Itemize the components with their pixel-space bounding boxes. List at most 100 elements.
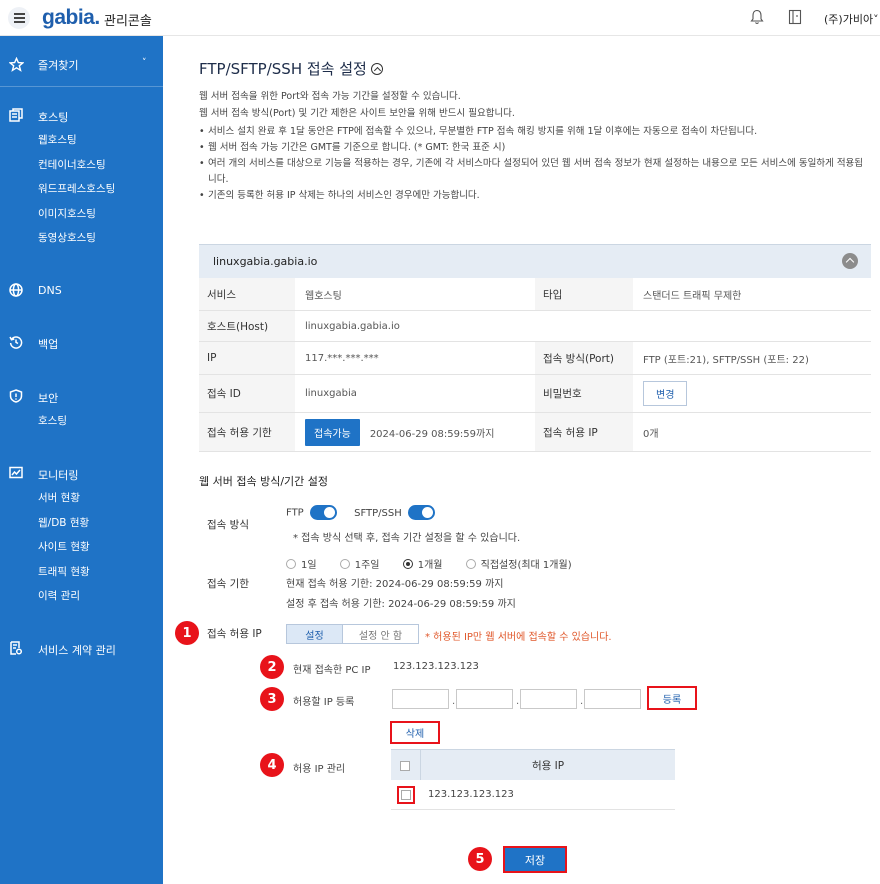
sidebar-item-wordpress-hosting[interactable]: 워드프레스호스팅: [38, 177, 163, 202]
sftp-label: SFTP/SSH: [354, 507, 402, 519]
label-port: 접속 방식(Port): [535, 342, 633, 374]
menu-icon[interactable]: [8, 7, 30, 29]
current-period: 현재 접속 허용 기한: 2024-06-29 08:59:59 까지: [286, 579, 504, 590]
sidebar: 즐겨찾기 ˅ 호스팅 웹호스팅 컨테이너호스팅 워드프레스호스팅 이미지호스팅 …: [0, 36, 163, 884]
label-type: 타입: [535, 278, 633, 310]
sidebar-item-image-hosting[interactable]: 이미지호스팅: [38, 202, 163, 227]
ip-octet-3-input[interactable]: [520, 689, 577, 709]
description-line: 웹 서버 접속 방식(Port) 및 기간 제한은 사이트 보안을 위해 반드시…: [199, 108, 515, 119]
row-checkbox[interactable]: [401, 790, 411, 800]
ftp-label: FTP: [286, 507, 304, 519]
radio-icon: [286, 559, 296, 569]
sidebar-item-monitoring[interactable]: 모니터링: [0, 464, 163, 486]
allow-ip-off-button[interactable]: 설정 안 함: [343, 625, 418, 643]
ftp-toggle[interactable]: [309, 505, 337, 520]
sidebar-item-history[interactable]: 이력 관리: [38, 584, 163, 609]
star-icon: [9, 57, 24, 72]
select-all-checkbox[interactable]: [400, 761, 410, 771]
step-marker-1: 1: [175, 621, 199, 645]
logo[interactable]: gabia.: [42, 6, 100, 30]
sidebar-item-site-status[interactable]: 사이트 현황: [38, 535, 163, 560]
option-label: 직접설정(최대 1개월): [480, 560, 572, 571]
notice-text: 기존의 등록한 허용 IP 삭제는 하나의 서비스인 경우에만 가능합니다.: [208, 190, 480, 201]
top-bar: gabia. 관리콘솔 (주)가비아˅: [0, 0, 880, 36]
chevron-up-icon[interactable]: [842, 253, 858, 269]
sidebar-item-contract[interactable]: 서비스 계약 관리: [0, 639, 163, 661]
contract-icon: [10, 641, 23, 655]
sftp-toggle[interactable]: [407, 505, 435, 520]
value-port: FTP (포트:21), SFTP/SSH (포트: 22): [643, 354, 809, 366]
ip-octet-2-input[interactable]: [456, 689, 513, 709]
radio-icon: [465, 559, 476, 569]
manage-ip-label: 허용 IP 관리: [293, 764, 346, 775]
label-service: 서비스: [199, 278, 295, 310]
ip-octet-4-input[interactable]: [584, 689, 641, 709]
globe-icon: [9, 283, 23, 297]
option-label: 1일: [301, 560, 317, 571]
access-available-button[interactable]: 접속가능: [305, 418, 360, 446]
sidebar-item-dns[interactable]: DNS: [0, 281, 163, 303]
sidebar-favorites[interactable]: 즐겨찾기 ˅: [0, 46, 163, 82]
service-info-table: linuxgabia.gabia.io 서비스 웹호스팅 타입 스탠더드 트래픽…: [199, 244, 871, 452]
sidebar-favorites-label: 즐겨찾기: [38, 59, 79, 72]
label-allow-ip: 접속 허용 IP: [535, 413, 633, 451]
radio-icon: [339, 559, 350, 569]
allow-ip-segment: 설정 설정 안 함: [286, 624, 419, 644]
sidebar-group-label: 백업: [38, 338, 59, 351]
label-password: 비밀번호: [535, 375, 633, 412]
label-ip: IP: [199, 342, 295, 374]
notice-text: 여러 개의 서비스를 대상으로 기능을 적용하는 경우, 기존에 각 서비스마다…: [208, 158, 864, 185]
table-row: IP 117.***.***.*** 접속 방식(Port) FTP (포트:2…: [199, 342, 871, 375]
value-host: linuxgabia.gabia.io: [305, 320, 400, 332]
bell-icon[interactable]: [750, 9, 764, 25]
ip-dot: .: [452, 696, 456, 707]
description-line: 웹 서버 접속을 위한 Port와 접속 가능 기간을 설정할 수 있습니다.: [199, 91, 461, 102]
sidebar-item-traffic-status[interactable]: 트래픽 현황: [38, 560, 163, 585]
sidebar-item-container-hosting[interactable]: 컨테이너호스팅: [38, 153, 163, 178]
sidebar-group-dns: DNS: [0, 281, 163, 303]
sidebar-item-hosting[interactable]: 호스팅: [0, 106, 163, 128]
register-ip-button[interactable]: 등록: [647, 686, 697, 710]
change-password-button[interactable]: 변경: [643, 381, 688, 406]
table-row: 접속 ID linuxgabia 비밀번호 변경: [199, 375, 871, 413]
option-1month[interactable]: 1개월: [402, 559, 442, 571]
ftp-toggle-group: FTP SFTP/SSH: [286, 505, 435, 520]
sidebar-item-web-hosting[interactable]: 웹호스팅: [38, 128, 163, 153]
page-title: FTP/SFTP/SSH 접속 설정: [199, 58, 383, 79]
option-1week[interactable]: 1주일: [339, 559, 380, 571]
step-marker-5: 5: [468, 847, 492, 871]
notice-item: 여러 개의 서비스를 대상으로 기능을 적용하는 경우, 기존에 각 서비스마다…: [199, 156, 869, 188]
after-period: 설정 후 접속 허용 기한: 2024-06-29 08:59:59 까지: [286, 599, 516, 610]
ip-octet-1-input[interactable]: [392, 689, 449, 709]
option-1day[interactable]: 1일: [286, 559, 317, 571]
option-custom[interactable]: 직접설정(최대 1개월): [465, 559, 572, 571]
sidebar-item-server-status[interactable]: 서버 현황: [38, 486, 163, 511]
allow-ip-label: 접속 허용 IP: [207, 628, 262, 640]
label-period: 접속 허용 기한: [199, 413, 295, 451]
sidebar-group-hosting: 호스팅 웹호스팅 컨테이너호스팅 워드프레스호스팅 이미지호스팅 동영상호스팅: [0, 106, 163, 251]
collapse-icon[interactable]: [370, 63, 383, 75]
sidebar-group-label: 보안: [38, 392, 59, 405]
value-allow-ip: 0개: [643, 428, 659, 440]
table-header: 허용 IP: [391, 749, 675, 780]
current-pc-label: 현재 접속한 PC IP: [293, 665, 371, 676]
sidebar-item-webdb-status[interactable]: 웹/DB 현황: [38, 511, 163, 536]
sidebar-item-security-hosting[interactable]: 호스팅: [38, 409, 163, 434]
delete-ip-button[interactable]: 삭제: [390, 721, 440, 744]
allow-ip-on-button[interactable]: 설정: [287, 625, 343, 643]
chevron-down-icon: ˅: [142, 58, 147, 68]
service-info-header: linuxgabia.gabia.io: [199, 244, 871, 278]
account-menu[interactable]: (주)가비아˅: [824, 11, 879, 27]
sidebar-item-security[interactable]: 보안: [0, 387, 163, 409]
host-name: linuxgabia.gabia.io: [213, 255, 318, 268]
sidebar-group-backup: 백업: [0, 333, 163, 355]
column-header-ip: 허용 IP: [531, 759, 565, 772]
notice-text: 서비스 설치 완료 후 1달 동안은 FTP에 접속할 수 있으나, 무분별한 …: [208, 126, 758, 137]
document-icon[interactable]: [788, 9, 802, 25]
allowed-ip-table: 허용 IP 123.123.123.123: [391, 749, 675, 810]
ip-dot: .: [580, 696, 584, 707]
save-button[interactable]: 저장: [503, 846, 567, 873]
sidebar-item-video-hosting[interactable]: 동영상호스팅: [38, 226, 163, 251]
table-row: 123.123.123.123: [391, 780, 675, 810]
sidebar-item-backup[interactable]: 백업: [0, 333, 163, 355]
